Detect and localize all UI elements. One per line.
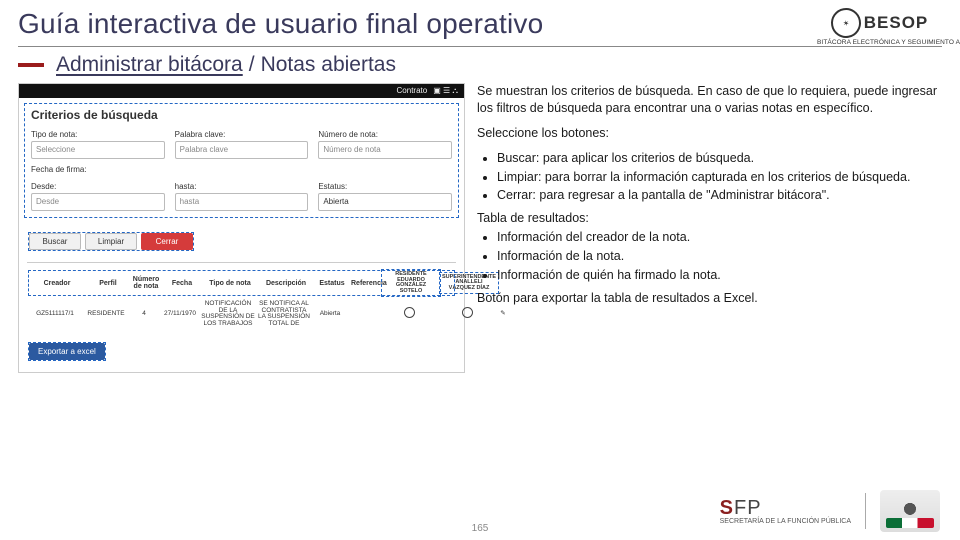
td-tipo: NOTIFICACIÓN DE LA SUSPENSIÓN DE LOS TRA… xyxy=(201,301,255,327)
td-numero: 4 xyxy=(129,311,159,318)
breadcrumb-sep: / xyxy=(249,53,255,77)
breadcrumb-main: Administrar bitácora xyxy=(56,53,243,77)
th-sig1: RESIDENTE EDUARDO GONZÁLEZ SOTELO xyxy=(383,271,439,295)
label-hasta: hasta: xyxy=(175,182,309,191)
cerrar-button[interactable]: Cerrar xyxy=(141,233,193,250)
instr-p1: Se muestran los criterios de búsqueda. E… xyxy=(477,83,942,117)
besop-subtitle: BITÁCORA ELECTRÓNICA Y SEGUIMIENTO A OBR… xyxy=(817,39,942,46)
td-perfil: RESIDENTE xyxy=(85,311,127,318)
instr-bullet-limpiar: Limpiar: para borrar la información capt… xyxy=(497,169,942,186)
label-palabra: Palabra clave: xyxy=(175,130,309,139)
buscar-button[interactable]: Buscar xyxy=(29,233,81,250)
instr-bullet-buscar: Buscar: para aplicar los criterios de bú… xyxy=(497,150,942,167)
besop-name: BESOP xyxy=(864,13,929,33)
field-hasta[interactable]: hasta xyxy=(175,193,309,211)
label-desde: Desde: xyxy=(31,182,165,191)
exportar-button[interactable]: Exportar a excel xyxy=(29,343,105,360)
td-fecha: 27/11/1970 xyxy=(161,311,199,318)
mexico-seal-icon xyxy=(880,490,940,532)
label-estatus: Estatus: xyxy=(318,182,452,191)
instr-bullet-t2: Información de la nota. xyxy=(497,248,942,265)
field-tipo-nota[interactable]: Seleccione xyxy=(31,141,165,159)
th-referencia: Referencia xyxy=(351,280,381,287)
field-desde[interactable]: Desde xyxy=(31,193,165,211)
label-tipo-nota: Tipo de nota: xyxy=(31,130,165,139)
instr-p3: Tabla de resultados: xyxy=(477,210,942,227)
label-numero: Número de nota: xyxy=(318,130,452,139)
screenshot-mock: Contrato ▣ ☰ ⛬ Criterios de búsqueda Tip… xyxy=(18,83,465,373)
sfp-p: P xyxy=(747,497,761,519)
td-creador: GZ5111117/1 xyxy=(27,311,83,318)
instructions: Se muestran los criterios de búsqueda. E… xyxy=(477,83,942,315)
sfp-logo: SFP SECRETARÍA DE LA FUNCIÓN PÚBLICA xyxy=(720,498,851,525)
label-fecha: Fecha de firma: xyxy=(31,165,452,174)
td-descripcion: SE NOTIFICA AL CONTRATISTA LA SUSPENSIÓN… xyxy=(257,301,311,327)
page-title: Guía interactiva de usuario final operat… xyxy=(18,8,942,40)
breadcrumb: Administrar bitácora / Notas abiertas xyxy=(18,53,942,77)
th-fecha: Fecha xyxy=(163,280,201,287)
field-palabra[interactable]: Palabra clave xyxy=(175,141,309,159)
instr-p4: Botón para exportar la tabla de resultad… xyxy=(477,290,942,307)
td-estatus: Abierta xyxy=(313,311,347,318)
mock-contract-label: Contrato xyxy=(397,86,428,96)
mock-topbar: Contrato ▣ ☰ ⛬ xyxy=(19,84,464,98)
mock-section-title: Criterios de búsqueda xyxy=(23,102,460,126)
sfp-sub: SECRETARÍA DE LA FUNCIÓN PÚBLICA xyxy=(720,518,851,525)
th-estatus: Estatus xyxy=(315,280,349,287)
field-numero[interactable]: Número de nota xyxy=(318,141,452,159)
besop-logo: ✶ BESOP BITÁCORA ELECTRÓNICA Y SEGUIMIEN… xyxy=(817,8,942,46)
th-perfil: Perfil xyxy=(87,280,129,287)
accent-bar xyxy=(18,63,44,67)
th-tipo: Tipo de nota xyxy=(203,280,257,287)
page-number: 165 xyxy=(472,523,489,534)
limpiar-button[interactable]: Limpiar xyxy=(85,233,137,250)
th-descripcion: Descripción xyxy=(259,280,313,287)
field-estatus[interactable]: Abierta xyxy=(318,193,452,211)
mock-top-icons: ▣ ☰ ⛬ xyxy=(433,86,458,96)
breadcrumb-sub: Notas abiertas xyxy=(261,53,396,77)
divider xyxy=(18,46,942,47)
td-sig1 xyxy=(381,307,437,321)
footer-logos: SFP SECRETARÍA DE LA FUNCIÓN PÚBLICA xyxy=(720,490,940,532)
instr-bullet-cerrar: Cerrar: para regresar a la pantalla de "… xyxy=(497,187,942,204)
instr-p2: Seleccione los botones: xyxy=(477,125,942,142)
instr-bullet-t1: Información del creador de la nota. xyxy=(497,229,942,246)
sfp-f: F xyxy=(734,497,747,519)
th-creador: Creador xyxy=(29,280,85,287)
instr-bullet-t3: Información de quién ha firmado la nota. xyxy=(497,267,942,284)
th-numero: Número de nota xyxy=(131,276,161,290)
